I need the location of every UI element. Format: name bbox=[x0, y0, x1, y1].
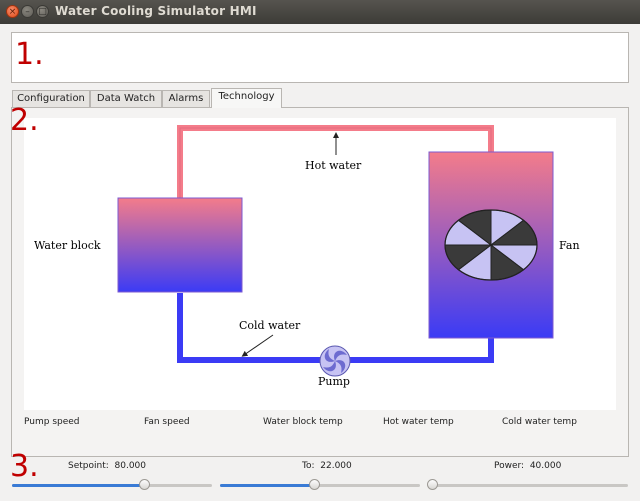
cold-water-label: Cold water bbox=[239, 319, 301, 332]
fan-label: Fan bbox=[559, 239, 580, 252]
setpoint-value: 80.000 bbox=[114, 461, 147, 471]
setpoint-slider[interactable] bbox=[12, 479, 212, 490]
window-title: Water Cooling Simulator HMI bbox=[55, 4, 257, 18]
cold-water-arrow bbox=[241, 334, 274, 357]
hot-water-label: Hot water bbox=[305, 159, 362, 172]
tab-data-watch[interactable]: Data Watch bbox=[90, 90, 162, 107]
water-block bbox=[117, 197, 243, 293]
power-slider[interactable] bbox=[427, 479, 628, 490]
tab-alarms[interactable]: Alarms bbox=[162, 90, 210, 107]
tab-technology[interactable]: Technology bbox=[211, 88, 282, 108]
pump-label: Pump bbox=[318, 375, 350, 388]
pump-icon bbox=[319, 345, 351, 377]
fan-wheel-icon bbox=[444, 209, 538, 281]
section-number-3: 3. bbox=[10, 449, 39, 484]
close-window-button[interactable]: × bbox=[6, 5, 19, 18]
to-slider-fill bbox=[220, 484, 314, 487]
setpoint-slider-handle[interactable] bbox=[139, 479, 150, 490]
power-slider-handle[interactable] bbox=[427, 479, 438, 490]
hot-water-temp-label: Hot water temp bbox=[383, 417, 454, 427]
maximize-window-button[interactable]: □ bbox=[36, 5, 49, 18]
to-slider-handle[interactable] bbox=[309, 479, 320, 490]
water-block-temp-label: Water block temp bbox=[263, 417, 343, 427]
cooling-loop-diagram: Hot water Cold water Water block Fan Pum… bbox=[24, 118, 616, 410]
to-value: 22.000 bbox=[320, 461, 352, 471]
water-block-label: Water block bbox=[34, 239, 101, 252]
section-number-2: 2. bbox=[10, 103, 39, 138]
window-titlebar: × – □ Water Cooling Simulator HMI bbox=[0, 0, 640, 24]
setpoint-slider-fill bbox=[12, 484, 144, 487]
fan-speed-label: Fan speed bbox=[144, 417, 190, 427]
power-label: Power: 40.000 bbox=[494, 461, 562, 471]
section-number-1: 1. bbox=[15, 37, 44, 72]
to-slider[interactable] bbox=[220, 479, 420, 490]
minimize-window-button[interactable]: – bbox=[21, 5, 34, 18]
to-label: To: 22.000 bbox=[302, 461, 352, 471]
power-value: 40.000 bbox=[529, 461, 562, 471]
message-panel bbox=[11, 32, 629, 83]
setpoint-label: Setpoint: 80.000 bbox=[68, 461, 146, 471]
cold-water-temp-label: Cold water temp bbox=[502, 417, 577, 427]
pump-speed-label: Pump speed bbox=[24, 417, 80, 427]
